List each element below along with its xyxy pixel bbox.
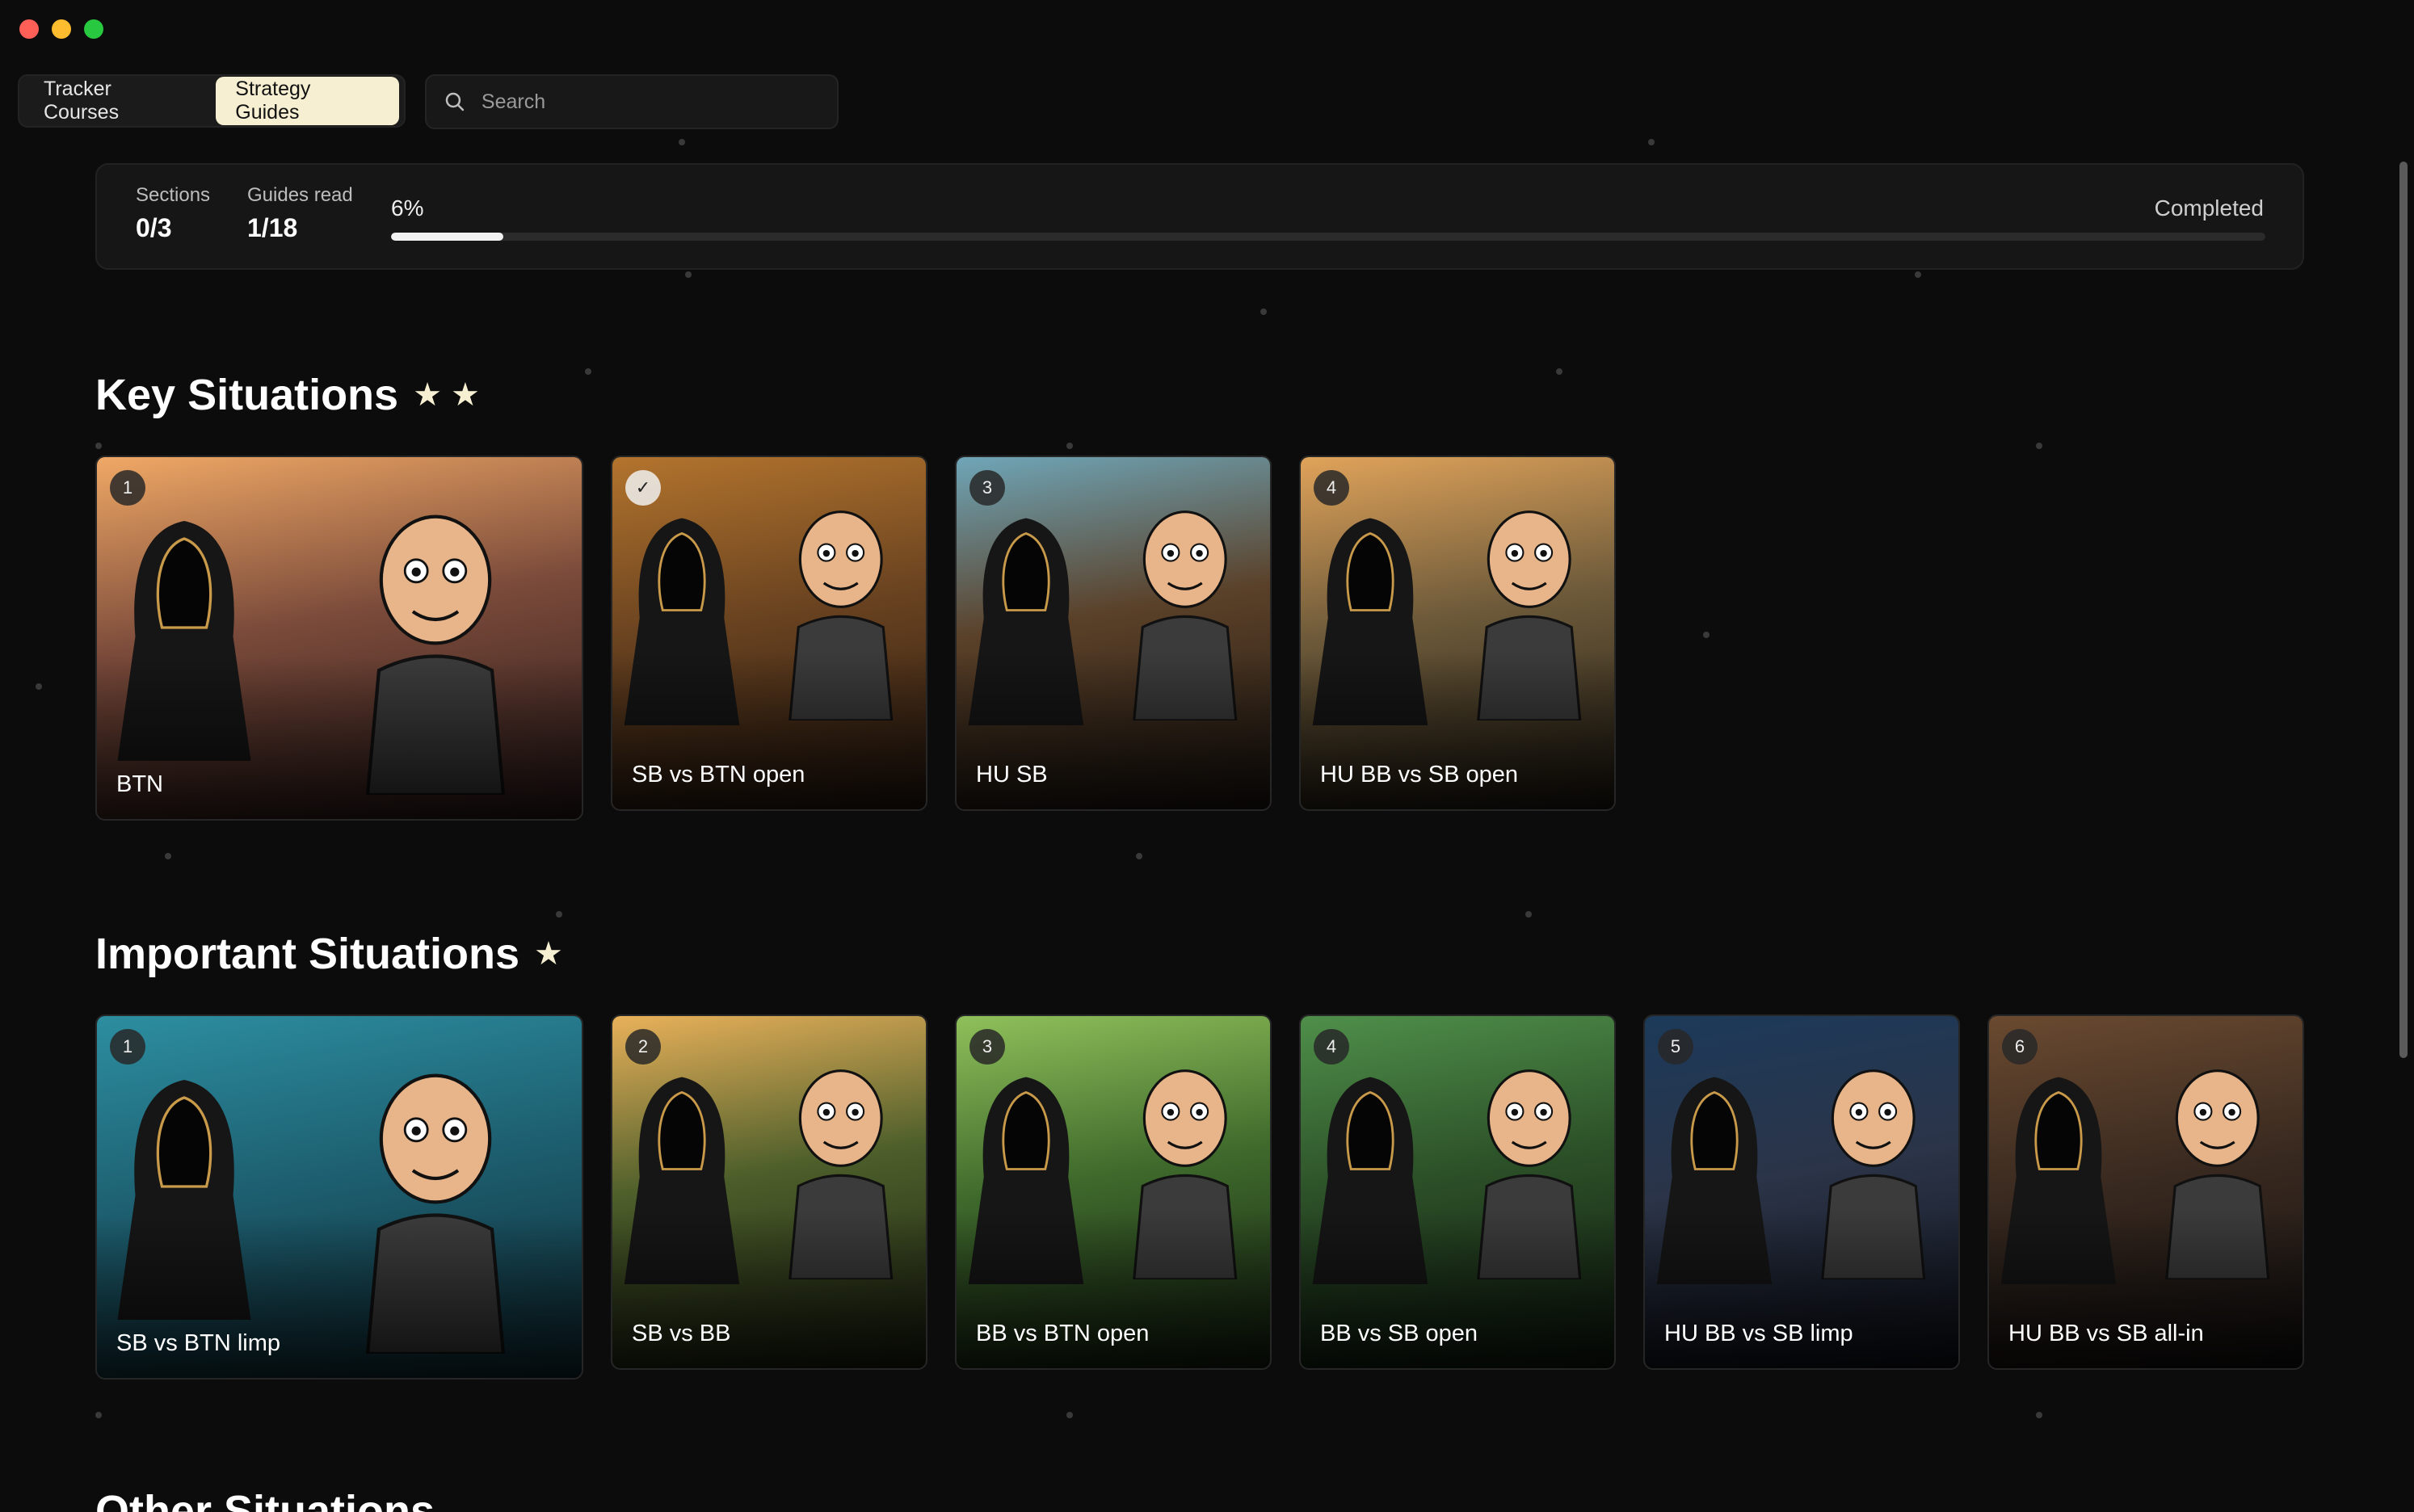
search-box [425, 74, 839, 129]
completed-check-icon: ✓ [625, 470, 661, 506]
background-dot [1136, 853, 1142, 859]
section-title-important-situations: Important Situations ★ [95, 929, 563, 979]
guide-card[interactable]: 2 SB vs BB [611, 1014, 927, 1370]
card-number-badge: 1 [110, 470, 145, 506]
scrollbar-thumb[interactable] [2399, 162, 2408, 1058]
card-number-badge: 4 [1314, 1029, 1349, 1065]
card-number-badge: 2 [625, 1029, 661, 1065]
progress-panel: Sections 0/3 Guides read 1/18 6% Complet… [95, 163, 2304, 270]
card-number-badge: 1 [110, 1029, 145, 1065]
background-dot [1525, 911, 1532, 918]
star-icon: ★ [534, 936, 563, 972]
card-number-badge: 4 [1314, 470, 1349, 506]
guide-card[interactable]: 3 BB vs BTN open [955, 1014, 1272, 1370]
tab-bar: Tracker Courses Strategy Guides [18, 74, 406, 128]
sections-label: Sections [136, 184, 211, 206]
guides-read-stat: Guides read 1/18 [247, 184, 353, 243]
progress-percent: 6% [391, 195, 424, 220]
background-dot [1648, 139, 1655, 145]
guide-card[interactable]: 3 HU SB [955, 456, 1272, 811]
card-title: HU SB [976, 762, 1048, 788]
search-icon [445, 92, 465, 111]
sections-value: 0/3 [136, 213, 172, 242]
progress-bar-fill [391, 233, 504, 241]
completed-label: Completed [2154, 195, 2264, 220]
star-icon: ★ ★ [413, 377, 480, 413]
background-dot [1556, 368, 1562, 375]
close-window-button[interactable] [19, 19, 39, 39]
background-dot [556, 911, 562, 918]
search-input[interactable] [481, 90, 819, 114]
guide-card[interactable]: 4 HU BB vs SB open [1299, 456, 1616, 811]
zoom-window-button[interactable] [84, 19, 103, 39]
window-controls [19, 19, 103, 39]
section-title-other-situations: Other Situations [95, 1487, 435, 1512]
guides-read-value: 1/18 [247, 213, 298, 242]
guide-card[interactable]: 4 BB vs SB open [1299, 1014, 1616, 1370]
guide-card[interactable]: 1 SB vs BTN limp [95, 1014, 583, 1380]
background-dot [1915, 271, 1921, 278]
background-dot [585, 368, 591, 375]
sections-stat: Sections 0/3 [136, 184, 210, 243]
guide-card[interactable]: 6 HU BB vs SB all-in [1987, 1014, 2304, 1370]
guides-read-label: Guides read [247, 184, 353, 206]
section-title-text: Key Situations [95, 371, 399, 419]
background-dot [165, 853, 171, 859]
background-dot [1066, 1412, 1073, 1418]
card-gradient-overlay [97, 656, 582, 819]
minimize-window-button[interactable] [52, 19, 71, 39]
card-title: BB vs SB open [1320, 1321, 1478, 1346]
card-number-badge: 3 [969, 1029, 1005, 1065]
background-dot [36, 683, 42, 690]
guide-card[interactable]: ✓ SB vs BTN open [611, 456, 927, 811]
tab-tracker-courses[interactable]: Tracker Courses [24, 77, 211, 125]
card-title: SB vs BTN open [632, 762, 805, 788]
card-title: HU BB vs SB limp [1664, 1321, 1853, 1346]
background-dot [1260, 309, 1267, 315]
background-dot [679, 139, 685, 145]
background-dot [2036, 1412, 2042, 1418]
card-title: HU BB vs SB open [1320, 762, 1518, 788]
guide-card[interactable]: 1 BTN [95, 456, 583, 821]
progress-bar [391, 233, 2265, 241]
background-dot [685, 271, 692, 278]
section-title-text: Important Situations [95, 930, 519, 978]
card-number-badge: 5 [1658, 1029, 1693, 1065]
card-title: BB vs BTN open [976, 1321, 1150, 1346]
tab-strategy-guides[interactable]: Strategy Guides [216, 77, 399, 125]
guide-card[interactable]: 5 HU BB vs SB limp [1643, 1014, 1960, 1370]
background-dot [95, 443, 102, 449]
card-number-badge: 6 [2002, 1029, 2038, 1065]
background-dot [95, 1412, 102, 1418]
card-number-badge: 3 [969, 470, 1005, 506]
card-title: BTN [116, 771, 163, 797]
background-dot [1703, 632, 1710, 638]
card-title: SB vs BTN limp [116, 1330, 281, 1356]
background-dot [1066, 443, 1073, 449]
card-title: SB vs BB [632, 1321, 731, 1346]
section-title-key-situations: Key Situations ★ ★ [95, 370, 480, 420]
card-title: HU BB vs SB all-in [2008, 1321, 2204, 1346]
background-dot [2036, 443, 2042, 449]
